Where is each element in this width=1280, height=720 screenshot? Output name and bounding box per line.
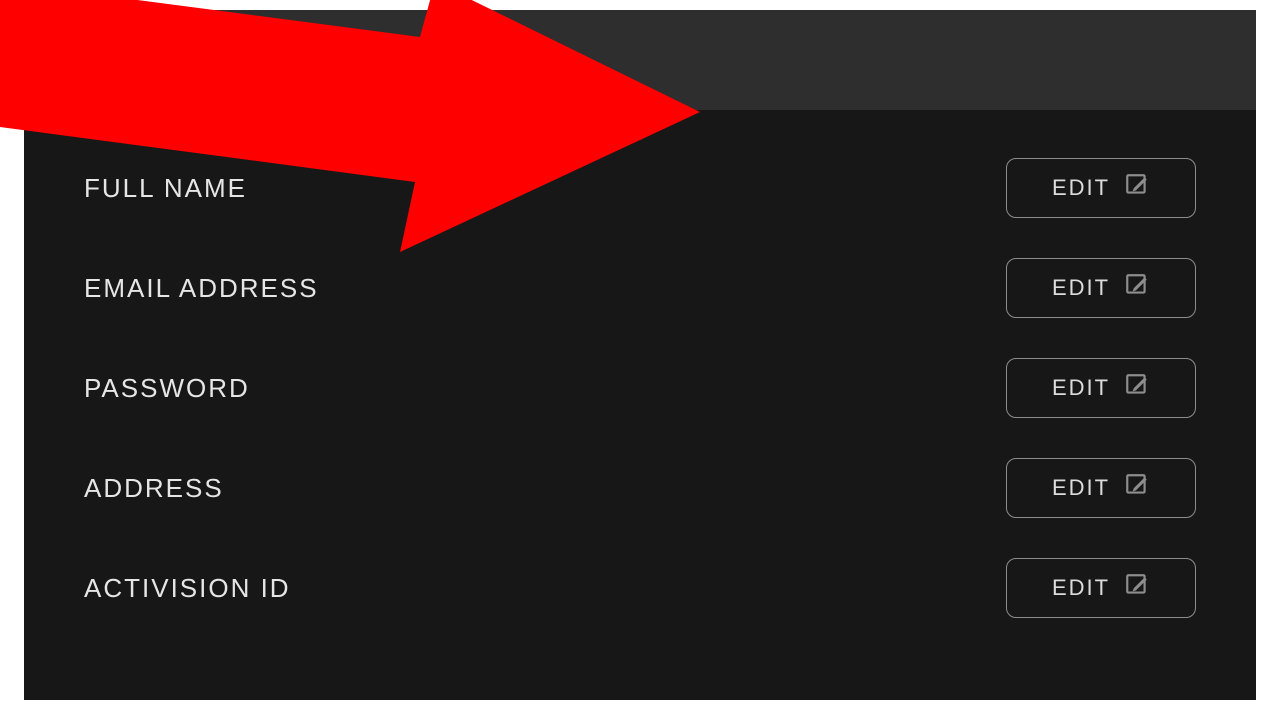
edit-icon (1124, 172, 1150, 204)
account-info-panel: tion FULL NAME EDIT EMAIL ADDRESS EDIT P… (24, 10, 1256, 700)
edit-icon (1124, 472, 1150, 504)
edit-button-email-address[interactable]: EDIT (1006, 258, 1196, 318)
panel-header: tion (24, 10, 1256, 110)
row-password: PASSWORD EDIT (84, 338, 1196, 438)
row-address: ADDRESS EDIT (84, 438, 1196, 538)
edit-button-label: EDIT (1052, 475, 1110, 501)
edit-button-full-name[interactable]: EDIT (1006, 158, 1196, 218)
label-email-address: EMAIL ADDRESS (84, 273, 319, 304)
row-full-name: FULL NAME EDIT (84, 138, 1196, 238)
row-email-address: EMAIL ADDRESS EDIT (84, 238, 1196, 338)
edit-button-activision-id[interactable]: EDIT (1006, 558, 1196, 618)
settings-rows: FULL NAME EDIT EMAIL ADDRESS EDIT PASSWO… (24, 110, 1256, 638)
edit-icon (1124, 272, 1150, 304)
edit-button-label: EDIT (1052, 175, 1110, 201)
edit-button-label: EDIT (1052, 275, 1110, 301)
panel-title: tion (84, 41, 148, 80)
label-activision-id: ACTIVISION ID (84, 573, 291, 604)
edit-button-label: EDIT (1052, 575, 1110, 601)
label-address: ADDRESS (84, 473, 224, 504)
edit-icon (1124, 572, 1150, 604)
label-password: PASSWORD (84, 373, 250, 404)
edit-button-label: EDIT (1052, 375, 1110, 401)
edit-button-address[interactable]: EDIT (1006, 458, 1196, 518)
row-activision-id: ACTIVISION ID EDIT (84, 538, 1196, 638)
edit-button-password[interactable]: EDIT (1006, 358, 1196, 418)
label-full-name: FULL NAME (84, 173, 247, 204)
edit-icon (1124, 372, 1150, 404)
